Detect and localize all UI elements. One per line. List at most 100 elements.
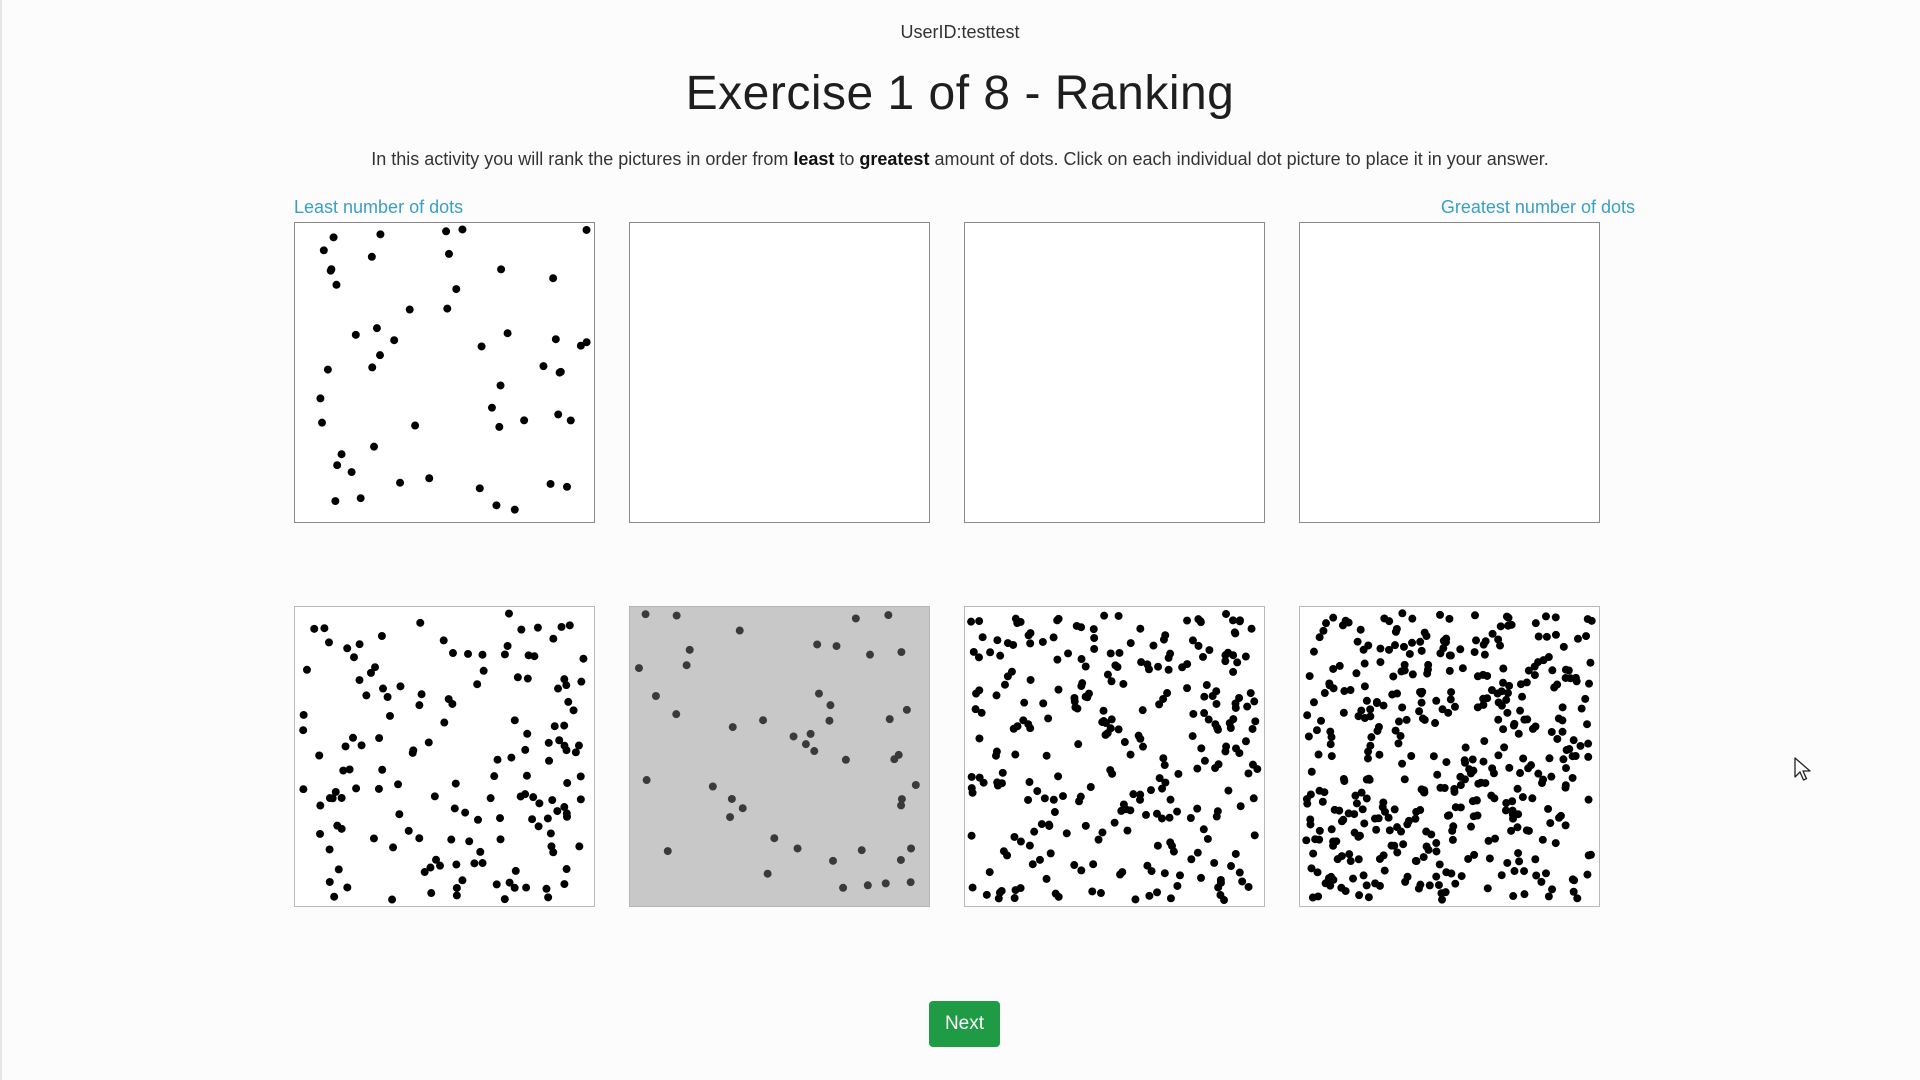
answer-slot-3[interactable] xyxy=(964,222,1265,523)
dot-picture-4-dot xyxy=(1541,869,1550,878)
dot-picture-4-dot xyxy=(1394,739,1403,748)
answer-slot-1-dot xyxy=(347,468,356,477)
dot-picture-3-dot xyxy=(1188,732,1197,741)
dot-picture-3-dot xyxy=(975,617,984,626)
dot-picture-1[interactable] xyxy=(294,606,595,907)
dot-picture-3-dot xyxy=(1138,706,1147,715)
dot-picture-4-dot xyxy=(1327,825,1336,834)
dot-picture-3-dot xyxy=(1187,855,1196,864)
dot-picture-3-dot xyxy=(1152,809,1161,818)
dot-picture-4-dot xyxy=(1435,860,1444,869)
dot-picture-4-dot xyxy=(1398,703,1407,712)
dot-picture-4[interactable] xyxy=(1299,606,1600,907)
dot-picture-3-dot xyxy=(1250,697,1259,706)
dot-picture-1-dot xyxy=(343,883,352,892)
dot-picture-3-dot xyxy=(1164,665,1173,674)
dot-picture-4-dot xyxy=(1499,725,1508,734)
dot-picture-3-dot xyxy=(1243,702,1252,711)
dot-picture-4-dot xyxy=(1415,707,1424,716)
dot-picture-3-dot xyxy=(1110,818,1119,827)
dot-picture-3-dot xyxy=(1088,887,1097,896)
dot-picture-1-dot xyxy=(379,684,387,693)
answer-slot-2[interactable] xyxy=(629,222,930,523)
dot-picture-3-dot xyxy=(1142,810,1150,819)
dot-picture-3-dot xyxy=(1024,795,1033,804)
dot-picture-3-dot xyxy=(1226,724,1235,732)
dot-picture-4-dot xyxy=(1338,621,1347,630)
dot-picture-3-dot xyxy=(1231,699,1240,708)
dot-picture-3-dot xyxy=(1081,821,1090,830)
answer-slot-1-dot xyxy=(405,305,414,314)
dot-picture-4-dot xyxy=(1446,695,1455,704)
dot-picture-3-dot xyxy=(997,779,1006,788)
dot-picture-4-dot xyxy=(1445,666,1454,675)
dot-picture-1-dot xyxy=(550,722,559,731)
dot-picture-3-dot xyxy=(1158,784,1167,793)
dot-picture-2[interactable] xyxy=(629,606,930,907)
dot-picture-1-dot xyxy=(415,834,424,843)
page-title: Exercise 1 of 8 - Ranking xyxy=(685,67,1235,120)
dot-picture-1-dot xyxy=(394,780,403,789)
dot-picture-4-dot xyxy=(1352,799,1361,808)
dot-picture-3-dot xyxy=(1241,737,1250,746)
dot-picture-1-dot xyxy=(440,718,449,727)
dot-picture-4-dot xyxy=(1303,711,1312,720)
dot-picture-4-dot xyxy=(1468,755,1477,764)
dot-picture-4-dot xyxy=(1434,881,1443,890)
answer-slot-3-dots xyxy=(965,223,1264,522)
dot-picture-4-dot xyxy=(1433,770,1442,779)
dot-picture-3-dot xyxy=(1221,747,1230,756)
dot-picture-4-dot xyxy=(1390,641,1399,650)
answer-slot-1[interactable] xyxy=(294,222,595,523)
dot-picture-4-dot xyxy=(1584,739,1593,748)
dot-picture-4-dot xyxy=(1584,795,1593,804)
dot-picture-3-dot xyxy=(995,888,1004,897)
dot-picture-3-dot xyxy=(1100,611,1109,620)
dot-picture-3-dot xyxy=(1153,888,1162,897)
dot-picture-1-dot xyxy=(432,855,441,864)
dot-picture-3-dot xyxy=(1039,699,1048,708)
dot-picture-3-dot xyxy=(1188,636,1197,645)
dot-picture-3-dot xyxy=(1094,835,1103,844)
dot-picture-1-dot xyxy=(548,796,557,805)
dot-picture-4-dot xyxy=(1424,660,1433,669)
dot-picture-4-dot xyxy=(1502,695,1511,704)
dot-picture-1-dot xyxy=(544,893,553,902)
dot-picture-1-dot xyxy=(557,622,566,631)
answer-slot-1-dot xyxy=(510,505,519,514)
dot-picture-2-dot xyxy=(866,650,874,659)
answer-slot-1-dot xyxy=(425,474,434,483)
answer-slot-1-dots xyxy=(316,225,591,514)
dot-picture-4-dot xyxy=(1315,826,1324,835)
dot-picture-4-dot xyxy=(1327,872,1336,881)
dot-picture-3-dot xyxy=(1113,663,1122,671)
answer-slot-4[interactable] xyxy=(1299,222,1600,523)
dot-picture-3-dot xyxy=(1246,689,1255,698)
dot-picture-3-dot xyxy=(1199,825,1208,834)
dot-picture-3-dot xyxy=(1030,827,1039,836)
dot-picture-3-dot xyxy=(1186,814,1195,822)
dot-picture-3-dot xyxy=(1033,787,1042,796)
answer-slot-1-dot xyxy=(332,280,341,289)
answer-slot-1-dot xyxy=(452,285,461,294)
dot-picture-2-dot xyxy=(863,881,872,890)
dot-picture-4-dot xyxy=(1568,875,1577,884)
dot-picture-4-dot xyxy=(1314,750,1323,759)
dot-picture-1-dot xyxy=(513,673,522,682)
answer-slot-1-dot xyxy=(477,342,486,351)
dot-picture-4-dot xyxy=(1352,669,1361,678)
dot-picture-3-dot xyxy=(1251,717,1260,726)
dot-picture-4-dots xyxy=(1302,609,1596,904)
dot-picture-1-dot xyxy=(369,834,378,843)
dot-picture-1-dot xyxy=(345,765,354,774)
dot-picture-4-dot xyxy=(1390,805,1399,814)
dot-picture-4-dot xyxy=(1353,637,1362,646)
next-button[interactable]: Next xyxy=(929,1001,1000,1047)
dot-picture-4-dot xyxy=(1491,834,1500,843)
dot-picture-3[interactable] xyxy=(964,606,1265,907)
dot-picture-2-dot xyxy=(682,661,691,670)
dot-picture-4-dot xyxy=(1558,727,1567,736)
dot-picture-4-dot xyxy=(1337,883,1346,892)
dot-picture-1-dot xyxy=(310,624,319,633)
dot-picture-4-dot xyxy=(1367,733,1376,742)
